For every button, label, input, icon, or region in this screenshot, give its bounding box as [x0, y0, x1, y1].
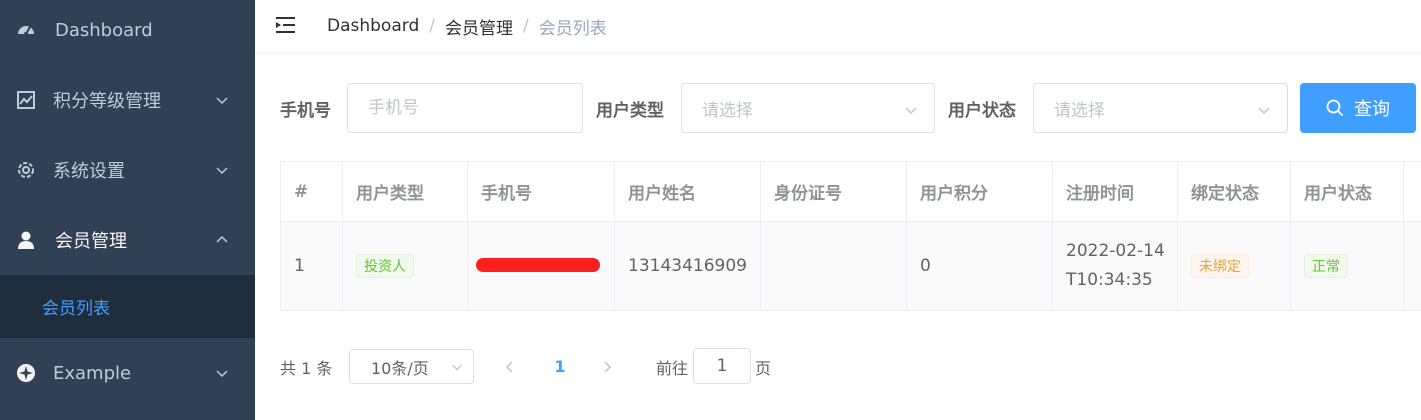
- redaction-mark: [476, 258, 600, 272]
- bind-status-tag: 未绑定: [1191, 254, 1249, 278]
- pagination-total: 共 1 条: [280, 358, 333, 378]
- select-placeholder: 请选择: [702, 100, 753, 121]
- chevron-down-icon: [216, 167, 228, 175]
- sidebar-item-example[interactable]: Example: [0, 338, 255, 408]
- phone-input[interactable]: [368, 98, 582, 118]
- page-number-current[interactable]: 1: [545, 349, 575, 384]
- navbar: Dashboard / 会员管理 / 会员列表: [255, 0, 1421, 52]
- sidebar: Dashboard 积分等级管理 系统设置 会员管理 会员列表 Example: [0, 0, 255, 420]
- sidebar-item-label: 积分等级管理: [53, 91, 161, 112]
- chevron-right-icon: [604, 360, 612, 373]
- select-placeholder: 请选择: [1054, 100, 1105, 121]
- submenu-item-label: 会员列表: [42, 299, 110, 319]
- next-page-button[interactable]: [592, 349, 622, 384]
- sidebar-item-settings[interactable]: 系统设置: [0, 135, 255, 205]
- col-id-card: 身份证号: [761, 162, 907, 221]
- table-header: # 用户类型 手机号 用户姓名 身份证号 用户积分 注册时间 绑定状态 用户状态: [281, 162, 1421, 222]
- chevron-up-icon: [216, 235, 228, 243]
- submenu: 会员列表: [0, 275, 255, 338]
- sidebar-item-members[interactable]: 会员管理: [0, 205, 255, 275]
- table-row[interactable]: 1 投资人 13143416909 0 2022-02-14 T10:34:35…: [281, 222, 1421, 310]
- page-size-select[interactable]: 10条/页: [349, 349, 474, 384]
- sidebar-item-label: Example: [53, 362, 132, 384]
- col-user-status: 用户状态: [1291, 162, 1404, 221]
- phone-label: 手机号: [280, 100, 331, 121]
- cell-name: 13143416909: [615, 222, 761, 310]
- goto-page-input[interactable]: 1: [693, 348, 751, 384]
- col-bind-status: 绑定状态: [1178, 162, 1291, 221]
- dashboard-icon: [16, 20, 36, 40]
- cell-phone: [468, 222, 615, 310]
- chevron-down-icon: [1258, 107, 1270, 115]
- sidebar-item-member-list[interactable]: 会员列表: [0, 275, 255, 338]
- cell-index: 1: [281, 222, 343, 310]
- search-button[interactable]: 查询: [1300, 83, 1416, 133]
- sidebar-item-points[interactable]: 积分等级管理: [0, 65, 255, 135]
- chevron-down-icon: [452, 364, 462, 371]
- sidebar-item-label: Dashboard: [55, 19, 153, 41]
- user-icon: [16, 230, 36, 250]
- sidebar-item-label: 系统设置: [53, 161, 125, 182]
- phone-input-wrapper: [347, 83, 583, 133]
- prev-page-button[interactable]: [495, 349, 525, 384]
- user-status-label: 用户状态: [948, 100, 1016, 121]
- user-type-label: 用户类型: [596, 100, 664, 121]
- cell-id-card: [761, 222, 907, 310]
- col-reg-time: 注册时间: [1053, 162, 1178, 221]
- hamburger-icon[interactable]: [275, 15, 297, 35]
- search-icon: [1326, 99, 1344, 117]
- col-points: 用户积分: [907, 162, 1053, 221]
- chevron-down-icon: [216, 97, 228, 105]
- cell-reg-time: 2022-02-14 T10:34:35: [1053, 222, 1178, 310]
- col-index: #: [281, 162, 343, 221]
- breadcrumb: Dashboard / 会员管理 / 会员列表: [327, 0, 607, 52]
- col-name: 用户姓名: [615, 162, 761, 221]
- breadcrumb-item[interactable]: 会员管理: [445, 14, 513, 39]
- example-icon: [16, 363, 36, 383]
- user-status-tag: 正常: [1304, 254, 1348, 278]
- cell-points: 0: [907, 222, 1053, 310]
- col-user-type: 用户类型: [343, 162, 468, 221]
- user-status-select[interactable]: 请选择: [1033, 83, 1288, 133]
- sidebar-item-dashboard[interactable]: Dashboard: [0, 0, 255, 65]
- user-type-select[interactable]: 请选择: [681, 83, 935, 133]
- gear-icon: [16, 160, 36, 180]
- col-phone: 手机号: [468, 162, 615, 221]
- chevron-left-icon: [505, 360, 513, 373]
- breadcrumb-item[interactable]: Dashboard: [327, 16, 419, 36]
- search-button-label: 查询: [1354, 99, 1390, 120]
- user-type-tag: 投资人: [356, 254, 414, 278]
- page-suffix: 页: [755, 358, 772, 378]
- member-table: # 用户类型 手机号 用户姓名 身份证号 用户积分 注册时间 绑定状态 用户状态…: [280, 161, 1421, 311]
- chart-icon: [16, 90, 36, 110]
- goto-label: 前往: [656, 358, 689, 378]
- breadcrumb-item-current: 会员列表: [538, 18, 607, 39]
- sidebar-item-label: 会员管理: [55, 231, 127, 252]
- chevron-down-icon: [216, 370, 228, 378]
- chevron-down-icon: [905, 107, 917, 115]
